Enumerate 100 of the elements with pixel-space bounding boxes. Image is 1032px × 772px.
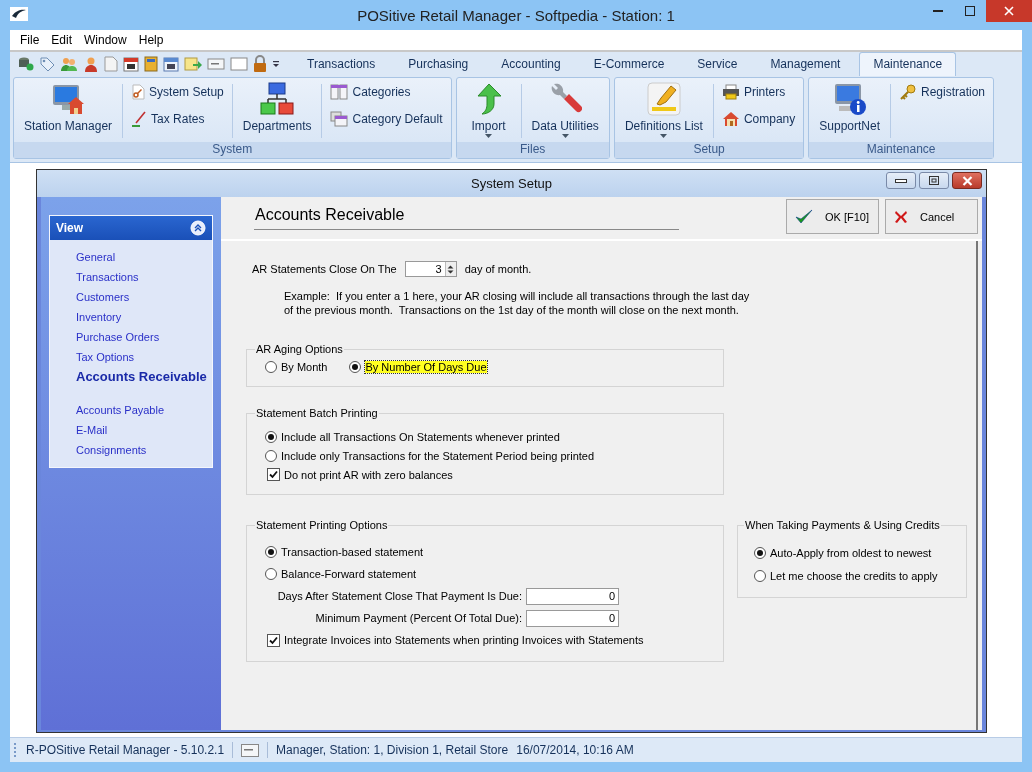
nav-link[interactable]: Purchase Orders xyxy=(76,327,212,347)
app-logo-icon xyxy=(10,7,28,21)
nav-link[interactable]: Accounts Payable xyxy=(76,400,212,420)
nav-link[interactable]: Inventory xyxy=(76,307,212,327)
option-label: Balance-Forward statement xyxy=(281,568,417,580)
house-icon xyxy=(721,111,740,127)
maximize-icon xyxy=(965,6,975,16)
radio-button[interactable] xyxy=(754,569,766,582)
tag-icon[interactable] xyxy=(39,56,55,72)
option-label: By Number Of Days Due xyxy=(365,360,487,373)
card-icon[interactable] xyxy=(207,57,225,71)
number-spinner[interactable]: 3 xyxy=(404,261,457,277)
highlighter-icon xyxy=(646,82,681,116)
field-label: AR Statements Close On The xyxy=(252,263,397,275)
key-icon xyxy=(899,84,917,100)
user-icon[interactable] xyxy=(83,56,99,72)
nav-link[interactable]: Accounts Receivable xyxy=(76,367,212,387)
ribbon-button[interactable]: Category Default xyxy=(327,110,446,128)
ribbon-tab[interactable]: Service xyxy=(683,52,752,76)
minimize-button[interactable] xyxy=(886,172,916,189)
checkbox[interactable] xyxy=(267,468,280,481)
radio-button[interactable] xyxy=(265,546,277,558)
status-text: 16/07/2014, 10:16 AM xyxy=(516,743,634,757)
ribbon-tab[interactable]: Management xyxy=(756,52,855,76)
card-icon[interactable] xyxy=(241,743,260,757)
nav-link[interactable]: Customers xyxy=(76,287,212,307)
ribbon-button[interactable]: Printers xyxy=(718,83,799,101)
database-user-icon[interactable] xyxy=(18,56,34,72)
ribbon-button[interactable]: Tax Rates xyxy=(128,110,227,128)
example-note: Example: If you enter a 1 here, your AR closing will include all transactions through the last day of the previous month. Transactions on the 1st day of the month will close on the next month. xyxy=(284,289,751,317)
collapse-icon[interactable] xyxy=(190,220,206,236)
spin-arrows-icon[interactable] xyxy=(447,263,455,275)
columns-icon xyxy=(330,84,349,100)
menu-item[interactable]: Edit xyxy=(45,33,79,47)
group-label: System xyxy=(14,142,451,158)
close-button[interactable] xyxy=(952,172,982,189)
input-field[interactable]: 0 xyxy=(526,609,619,627)
nav-link[interactable]: Transactions xyxy=(76,267,212,287)
calendar-icon[interactable] xyxy=(123,56,139,72)
nav-link[interactable]: E-Mail xyxy=(76,420,212,440)
ribbon-button[interactable]: Definitions List xyxy=(616,80,711,142)
caret-icon[interactable] xyxy=(272,60,280,68)
group-title: AR Aging Options xyxy=(255,343,344,355)
ribbon-button[interactable]: SupportNet xyxy=(811,80,888,142)
group-label: Files xyxy=(456,142,609,158)
option-label: By Month xyxy=(281,360,328,373)
radio-button[interactable] xyxy=(265,430,277,443)
radio-button[interactable] xyxy=(265,568,277,580)
ribbon-button[interactable]: Departments xyxy=(234,80,320,142)
restore-button[interactable] xyxy=(919,172,949,189)
cross-icon xyxy=(894,209,908,224)
ribbon-button[interactable]: Import xyxy=(458,80,519,142)
option-label: Include only Transactions for the Statement Period being printed xyxy=(281,449,595,462)
ribbon-button[interactable]: Registration xyxy=(896,83,988,101)
panel-title: View xyxy=(56,221,84,235)
option-label: Let me choose the credits to apply xyxy=(770,569,938,582)
group-title: Statement Batch Printing xyxy=(255,407,379,419)
calculator-icon[interactable] xyxy=(144,56,158,72)
minimize-icon xyxy=(933,10,943,12)
nav-link[interactable]: Consignments xyxy=(76,440,212,460)
ribbon-tab[interactable]: Purchasing xyxy=(394,52,483,76)
ribbon-button[interactable]: Station Manager xyxy=(16,80,121,142)
nav-link[interactable]: General xyxy=(76,247,212,267)
field-label: Days After Statement Close That Payment Is Due: xyxy=(276,590,522,602)
nav-link[interactable]: Tax Options xyxy=(76,347,212,367)
checkmark-icon xyxy=(795,208,813,225)
radio-button[interactable] xyxy=(265,449,277,462)
checkbox[interactable] xyxy=(267,633,280,647)
checkmark-icon xyxy=(269,635,278,645)
cancel-button[interactable]: Cancel xyxy=(885,199,978,234)
radio-button[interactable] xyxy=(349,360,362,373)
radio-button[interactable] xyxy=(265,360,277,373)
ribbon-tab[interactable]: E-Commerce xyxy=(579,52,679,76)
checkmark-icon xyxy=(269,470,278,479)
ribbon-button[interactable]: Company xyxy=(718,110,799,128)
close-icon xyxy=(1004,6,1014,16)
close-icon xyxy=(961,175,973,186)
ribbon-tab[interactable]: Transactions xyxy=(293,52,390,76)
input-field[interactable]: 0 xyxy=(526,587,619,605)
monitor-house-icon xyxy=(51,82,86,116)
pen-icon xyxy=(131,111,148,127)
group-label: Maintenance xyxy=(809,142,993,158)
calendar-icon[interactable] xyxy=(163,56,179,72)
menu-item[interactable]: Help xyxy=(132,33,170,47)
option-label: Transaction-based statement xyxy=(281,546,424,558)
menu-item[interactable]: Window xyxy=(78,33,133,47)
ribbon-tab[interactable]: Accounting xyxy=(487,52,575,76)
menu-item[interactable]: File xyxy=(14,33,46,47)
ribbon-tab[interactable]: Maintenance xyxy=(859,52,957,76)
radio-button[interactable] xyxy=(754,546,766,559)
group-title: When Taking Payments & Using Credits xyxy=(744,519,941,531)
field-label: Minimum Payment (Percent Of Total Due): xyxy=(314,612,522,624)
ribbon-button[interactable]: Categories xyxy=(327,83,446,101)
users-icon[interactable] xyxy=(60,56,78,72)
ok-button[interactable]: OK [F10] xyxy=(786,199,879,234)
ribbon-button[interactable]: System Setup xyxy=(128,83,227,101)
ribbon-button[interactable]: Data Utilities xyxy=(523,80,607,142)
key-document-icon xyxy=(131,84,146,100)
padlock-icon[interactable] xyxy=(253,55,267,73)
group-label: Setup xyxy=(614,142,804,158)
